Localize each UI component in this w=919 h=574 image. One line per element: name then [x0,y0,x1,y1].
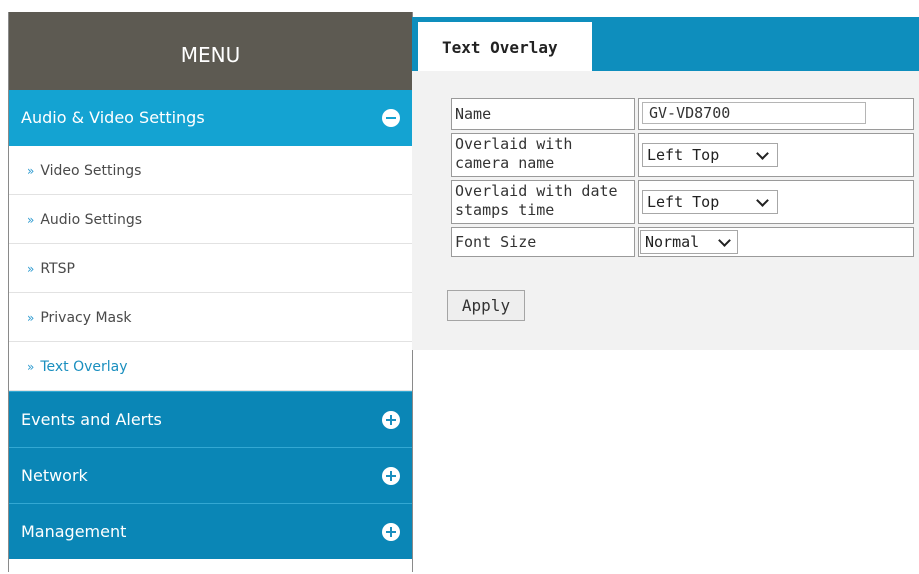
section-label: Network [21,466,88,485]
camera-name-cell: Left Top [638,133,914,177]
sidebar-item-text-overlay[interactable]: » Text Overlay [9,342,412,391]
plus-circle-icon[interactable] [382,523,400,541]
sidebar-item-audio-settings[interactable]: » Audio Settings [9,195,412,244]
name-label: Name [451,98,635,130]
sidebar-item-video-settings[interactable]: » Video Settings [9,146,412,195]
section-audio-video-settings[interactable]: Audio & Video Settings [9,90,412,146]
form-row-camera-name: Overlaid with camera name Left Top [451,133,914,177]
sidebar: MENU Audio & Video Settings » Video Setti… [8,12,413,572]
menu-title: MENU [9,12,412,90]
chevron-down-icon [718,234,731,247]
sidebar-item-label: Video Settings [40,163,142,179]
double-chevron-icon: » [27,360,35,374]
form-row-font-size: Font Size Normal [451,227,914,257]
font-size-select[interactable]: Normal [640,230,738,254]
font-size-label: Font Size [451,227,635,257]
tab-text-overlay[interactable]: Text Overlay [418,22,592,71]
section-events-and-alerts[interactable]: Events and Alerts [9,391,412,447]
sidebar-item-label: Audio Settings [40,212,143,228]
section-label: Audio & Video Settings [21,108,205,127]
sidebar-item-label: Text Overlay [40,359,128,375]
name-cell [638,98,914,130]
apply-button[interactable]: Apply [447,290,525,321]
date-stamp-cell: Left Top [638,180,914,224]
form-row-name: Name [451,98,914,130]
double-chevron-icon: » [27,213,35,227]
sidebar-item-label: RTSP [40,261,75,277]
minus-circle-icon[interactable] [382,109,400,127]
font-size-cell: Normal [638,227,914,257]
double-chevron-icon: » [27,311,35,325]
plus-circle-icon[interactable] [382,467,400,485]
section-label: Management [21,522,127,541]
camera-name-position-select[interactable]: Left Top [642,143,778,167]
section-label: Events and Alerts [21,410,162,429]
plus-circle-icon[interactable] [382,411,400,429]
section-management[interactable]: Management [9,503,412,559]
section-network[interactable]: Network [9,447,412,503]
date-stamp-label: Overlaid with date stamps time [451,180,635,224]
sidebar-item-label: Privacy Mask [40,310,132,326]
sidebar-item-rtsp[interactable]: » RTSP [9,244,412,293]
sidebar-item-privacy-mask[interactable]: » Privacy Mask [9,293,412,342]
date-stamp-position-select[interactable]: Left Top [642,190,778,214]
form-row-date-stamp: Overlaid with date stamps time Left Top [451,180,914,224]
double-chevron-icon: » [27,164,35,178]
chevron-down-icon [756,147,769,160]
chevron-down-icon [756,194,769,207]
text-overlay-form: Name Overlaid with camera name Left Top … [448,95,917,260]
camera-name-label: Overlaid with camera name [451,133,635,177]
double-chevron-icon: » [27,262,35,276]
name-input[interactable] [642,102,866,124]
